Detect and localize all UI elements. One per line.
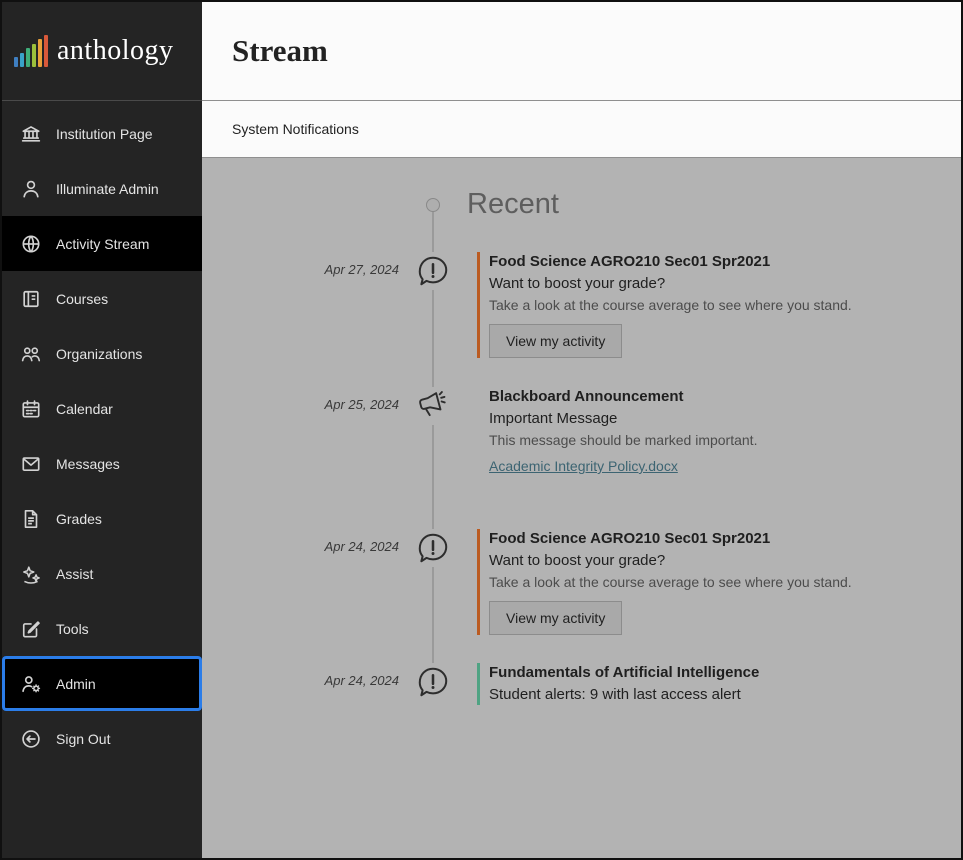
alert-bubble-icon xyxy=(414,252,452,290)
entry-text: Important Message xyxy=(489,408,961,429)
entry-date: Apr 27, 2024 xyxy=(202,262,399,358)
recent-heading: Recent xyxy=(467,188,559,221)
entry-title: Food Science AGRO210 Sec01 Spr2021 xyxy=(489,252,961,271)
entry-title: Food Science AGRO210 Sec01 Spr2021 xyxy=(489,529,961,548)
courses-icon xyxy=(20,288,42,310)
entry-subtext: Take a look at the course average to see… xyxy=(489,572,961,592)
assist-icon xyxy=(20,563,42,585)
sidebar-item-grades[interactable]: Grades xyxy=(2,491,202,546)
sidebar-item-label: Sign Out xyxy=(56,731,110,747)
sidebar-menu: Institution Page Illuminate Admin Activi… xyxy=(2,101,202,766)
page-header: Stream xyxy=(202,2,961,101)
sidebar-item-label: Institution Page xyxy=(56,126,153,142)
stream-entry: Apr 27, 2024 Food Science AGRO210 Sec01 … xyxy=(202,252,961,358)
page-title: Stream xyxy=(232,33,328,69)
entry-title: Fundamentals of Artificial Intelligence xyxy=(489,663,961,682)
entry-date: Apr 24, 2024 xyxy=(202,539,399,635)
entry-date: Apr 24, 2024 xyxy=(202,673,399,705)
sidebar-item-activity-stream[interactable]: Activity Stream xyxy=(2,216,202,271)
view-my-activity-button[interactable]: View my activity xyxy=(489,601,622,635)
tools-icon xyxy=(20,618,42,640)
messages-icon xyxy=(20,453,42,475)
alert-bubble-icon xyxy=(414,529,452,567)
entry-body: Food Science AGRO210 Sec01 Spr2021 Want … xyxy=(489,252,961,358)
entry-body: Food Science AGRO210 Sec01 Spr2021 Want … xyxy=(489,529,961,635)
calendar-icon xyxy=(20,398,42,420)
sidebar-item-label: Admin xyxy=(56,676,96,692)
sidebar-item-label: Tools xyxy=(56,621,89,637)
entry-text: Want to boost your grade? xyxy=(489,550,961,571)
institution-icon xyxy=(20,123,42,145)
sidebar-item-organizations[interactable]: Organizations xyxy=(2,326,202,381)
admin-icon xyxy=(20,673,42,695)
sidebar-item-institution-page[interactable]: Institution Page xyxy=(2,106,202,161)
grades-icon xyxy=(20,508,42,530)
stream-entry: Apr 24, 2024 Fundamentals of Artificial … xyxy=(202,663,961,705)
attachment-link[interactable]: Academic Integrity Policy.docx xyxy=(489,458,678,474)
sidebar-item-admin[interactable]: Admin xyxy=(2,656,202,711)
stream-entry: Apr 24, 2024 Food Science AGRO210 Sec01 … xyxy=(202,529,961,635)
sidebar-item-label: Assist xyxy=(56,566,93,582)
sidebar-item-label: Courses xyxy=(56,291,108,307)
brand-logo[interactable]: anthology xyxy=(2,2,202,101)
brand-name: anthology xyxy=(57,35,174,67)
sidebar-item-label: Illuminate Admin xyxy=(56,181,159,197)
sidebar: anthology Institution Page Illuminate Ad… xyxy=(2,2,202,858)
organizations-icon xyxy=(20,343,42,365)
entry-card: Food Science AGRO210 Sec01 Spr2021 Want … xyxy=(477,529,961,635)
entry-subtext: This message should be marked important. xyxy=(489,430,961,450)
app-window: anthology Institution Page Illuminate Ad… xyxy=(0,0,963,860)
anthology-logo-icon xyxy=(14,35,48,67)
sidebar-item-sign-out[interactable]: Sign Out xyxy=(2,711,202,766)
entry-card: Food Science AGRO210 Sec01 Spr2021 Want … xyxy=(477,252,961,358)
entry-text: Student alerts: 9 with last access alert xyxy=(489,684,961,705)
sidebar-item-label: Grades xyxy=(56,511,102,527)
sidebar-item-label: Activity Stream xyxy=(56,236,149,252)
main-panel: Stream System Notifications Recent Apr 2… xyxy=(202,2,961,858)
entry-date: Apr 25, 2024 xyxy=(202,397,399,476)
entry-card: Fundamentals of Artificial Intelligence … xyxy=(477,663,961,705)
sidebar-item-label: Messages xyxy=(56,456,120,472)
announcement-icon xyxy=(414,387,452,425)
entry-text: Want to boost your grade? xyxy=(489,273,961,294)
view-my-activity-button[interactable]: View my activity xyxy=(489,324,622,358)
subnav-bar: System Notifications xyxy=(202,101,961,158)
entry-body: Fundamentals of Artificial Intelligence … xyxy=(489,663,961,705)
sidebar-item-tools[interactable]: Tools xyxy=(2,601,202,656)
sidebar-item-messages[interactable]: Messages xyxy=(2,436,202,491)
globe-icon xyxy=(20,233,42,255)
timeline-start-dot xyxy=(426,198,440,212)
entry-card: Blackboard Announcement Important Messag… xyxy=(477,387,961,476)
alert-bubble-icon xyxy=(414,663,452,701)
sidebar-item-label: Calendar xyxy=(56,401,113,417)
entry-title: Blackboard Announcement xyxy=(489,387,961,406)
entry-subtext: Take a look at the course average to see… xyxy=(489,295,961,315)
person-icon xyxy=(20,178,42,200)
stream-timeline: Recent Apr 27, 2024 Food Science AGRO210… xyxy=(202,158,961,858)
stream-entry: Apr 25, 2024 Blackboard Announcement Imp… xyxy=(202,387,961,476)
sidebar-item-assist[interactable]: Assist xyxy=(2,546,202,601)
sidebar-item-calendar[interactable]: Calendar xyxy=(2,381,202,436)
sidebar-item-label: Organizations xyxy=(56,346,142,362)
entry-body: Blackboard Announcement Important Messag… xyxy=(489,387,961,476)
sidebar-item-illuminate-admin[interactable]: Illuminate Admin xyxy=(2,161,202,216)
tab-system-notifications[interactable]: System Notifications xyxy=(232,121,359,137)
sidebar-item-courses[interactable]: Courses xyxy=(2,271,202,326)
signout-icon xyxy=(20,728,42,750)
